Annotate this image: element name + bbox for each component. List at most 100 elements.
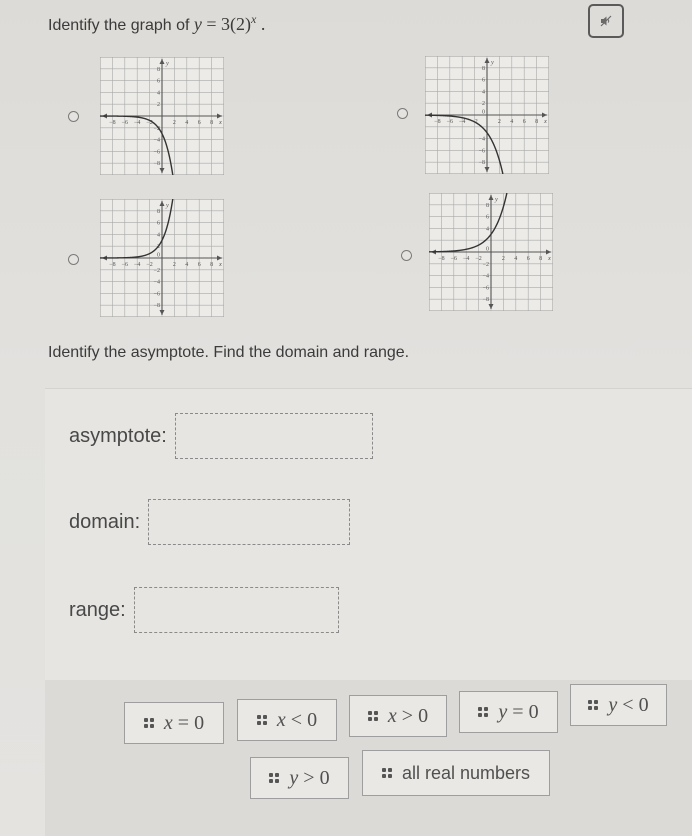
drag-handle-icon [367, 711, 378, 721]
radio-option-b[interactable] [397, 108, 408, 119]
x-tick-label: 8 [210, 120, 213, 126]
y-tick-label: −6 [483, 285, 489, 291]
y-axis-label: y [490, 59, 494, 66]
y-tick-label: 4 [482, 89, 485, 95]
y-tick-label: −2 [154, 268, 160, 274]
radio-option-c[interactable] [68, 254, 79, 265]
asymptote-drop-zone[interactable] [174, 413, 373, 459]
x-tick-label: −6 [122, 262, 128, 268]
x-axis-label: x [218, 119, 222, 126]
x-tick-label: −8 [438, 256, 444, 262]
tile-x-greater-than-0[interactable]: x > 0 [349, 695, 447, 737]
drag-handle-icon [143, 718, 154, 728]
page: Identify the graph of y = 3(2)x . −8 −6 −4… [0, 0, 692, 836]
x-tick-label: −4 [463, 256, 469, 262]
y-tick-label: 4 [157, 90, 160, 96]
y-tick-label: −8 [154, 303, 160, 309]
x-tick-label: 2 [173, 120, 176, 126]
y-tick-label: −4 [483, 274, 489, 280]
x-tick-label: −8 [109, 120, 115, 126]
x-tick-label: −8 [434, 119, 440, 125]
y-tick-label: 8 [482, 66, 485, 72]
domain-drop-zone[interactable] [148, 499, 351, 545]
y-tick-label: 6 [157, 79, 160, 85]
y-tick-label: 6 [157, 221, 160, 227]
range-drop-zone[interactable] [133, 587, 339, 633]
origin-label: 0 [482, 110, 485, 116]
y-tick-label: −2 [483, 262, 489, 268]
graph-c: −8 −6 −4 −2 2 4 6 8 8 6 4 2 −2 −4 −6 −8 0 x y [100, 199, 224, 317]
x-tick-label: 6 [198, 120, 201, 126]
part2-prompt: Identify the asymptote. Find the domain … [48, 344, 410, 361]
x-tick-label: −6 [122, 120, 128, 126]
y-tick-label: −8 [479, 160, 485, 166]
domain-row: domain: [69, 499, 351, 545]
y-tick-label: −4 [479, 137, 485, 143]
x-tick-label: 6 [198, 262, 201, 268]
y-axis-label: y [494, 196, 498, 203]
y-tick-label: 8 [486, 203, 489, 209]
y-tick-label: 2 [157, 102, 160, 108]
x-tick-label: −4 [134, 262, 140, 268]
y-tick-label: 6 [486, 215, 489, 221]
y-tick-label: 8 [157, 209, 160, 215]
x-tick-label: 2 [502, 256, 505, 262]
tile-y-equals-0[interactable]: y = 0 [459, 691, 558, 733]
question-prompt-text: Identify the graph of [48, 17, 194, 34]
origin-label: 0 [486, 247, 489, 253]
asymptote-row: asymptote: [69, 413, 373, 459]
x-tick-label: 8 [535, 119, 538, 125]
y-tick-label: 8 [157, 67, 160, 73]
graph-d: −8 −6 −4 −2 2 4 6 8 8 6 4 −2 −4 −6 −8 0 x y [429, 193, 553, 311]
x-tick-label: 6 [523, 119, 526, 125]
y-tick-label: −8 [483, 297, 489, 303]
domain-label: domain: [69, 510, 141, 533]
drag-handle-icon [478, 707, 489, 717]
x-tick-label: 8 [539, 256, 542, 262]
range-row: range: [69, 587, 339, 633]
x-tick-label: 6 [527, 256, 530, 262]
question-equation: y = 3(2)x . [193, 12, 266, 34]
x-tick-label: −2 [475, 256, 481, 262]
drag-handle-icon [269, 773, 280, 783]
x-tick-label: −2 [146, 262, 152, 268]
tile-x-less-than-0[interactable]: x < 0 [237, 699, 337, 741]
tile-x-equals-0[interactable]: x = 0 [124, 702, 224, 744]
origin-label: 0 [157, 253, 160, 259]
asymptote-label: asymptote: [69, 424, 167, 447]
graph-a: −8 −6 −4 −2 2 4 6 8 8 6 4 2 −2 −4 −6 −8 x y [100, 57, 224, 175]
y-axis-label: y [165, 60, 169, 67]
graph-svg: −8 −6 −4 −2 2 4 6 88642−2−4−6−8xy [100, 57, 224, 175]
radio-option-a[interactable] [68, 111, 79, 122]
audio-button[interactable] [588, 4, 624, 38]
y-tick-label: −6 [479, 148, 485, 154]
y-tick-label: −4 [154, 280, 160, 286]
tile-all-real-numbers[interactable]: all real numbers [362, 750, 550, 796]
drag-handle-icon [588, 700, 599, 710]
drag-handle-icon [381, 768, 392, 778]
radio-option-d[interactable] [401, 250, 412, 261]
speaker-muted-icon [600, 15, 612, 27]
graph-svg: −8 −6 −4 −2 2 4 6 8 8 6 4 −2 −4 −6 −8 0 x y [429, 193, 553, 311]
x-tick-label: −6 [451, 256, 457, 262]
x-tick-label: −4 [459, 119, 465, 125]
range-label: range: [69, 598, 126, 621]
tile-y-less-than-0[interactable]: y < 0 [570, 684, 667, 726]
y-tick-label: 2 [482, 101, 485, 107]
x-tick-label: −8 [109, 262, 115, 268]
x-tick-label: −4 [134, 120, 140, 126]
x-tick-label: 4 [185, 120, 188, 126]
x-tick-label: 4 [510, 119, 513, 125]
tile-y-greater-than-0[interactable]: y > 0 [250, 757, 349, 799]
graph-svg: −8 −6 −4 −2 2 4 6 88642−4−6−80xy [425, 56, 549, 174]
y-tick-label: 6 [482, 78, 485, 84]
x-axis-label: x [218, 261, 222, 268]
y-tick-label: −6 [154, 149, 160, 155]
graph-svg: −8 −6 −4 −2 2 4 6 88642−2−4−6−80xy [100, 199, 224, 317]
y-tick-label: 4 [486, 226, 489, 232]
x-tick-label: 4 [185, 262, 188, 268]
y-tick-label: 4 [157, 232, 160, 238]
graph-b: −8 −6 −4 −2 2 4 6 8 8 6 4 2 −4 −6 −8 0 x y [425, 56, 549, 174]
y-tick-label: −4 [154, 138, 160, 144]
drag-handle-icon [256, 715, 267, 725]
